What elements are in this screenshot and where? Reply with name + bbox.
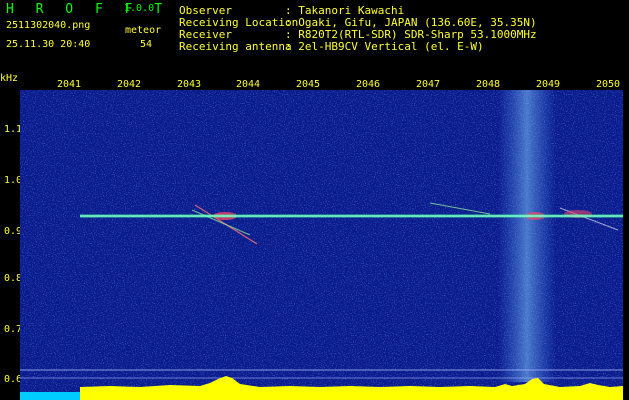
meteor-count: 54 xyxy=(140,39,153,50)
observer-label: Observer xyxy=(179,4,232,17)
time-tick: 2049 xyxy=(536,79,561,90)
time-tick: 2043 xyxy=(177,79,202,90)
receiver-value: : R820T2(RTL-SDR) SDR-Sharp 53.1000MHz xyxy=(285,28,537,41)
antenna-label: Receiving antenna xyxy=(179,40,292,53)
time-tick: 2042 xyxy=(117,79,142,90)
meteor-label: meteor xyxy=(125,25,162,36)
time-tick: 2044 xyxy=(236,79,261,90)
header-panel: H R O F F T 1.0.0 2511302040.png meteor … xyxy=(0,0,629,74)
spectrogram-plot xyxy=(20,90,623,400)
time-tick: 2046 xyxy=(356,79,381,90)
time-tick: 2047 xyxy=(416,79,441,90)
location-label: Receiving Location xyxy=(179,16,299,29)
time-tick: 2041 xyxy=(57,79,82,90)
receiver-label: Receiver xyxy=(179,28,232,41)
time-tick: 2048 xyxy=(476,79,501,90)
antenna-value: : 2el-HB9CV Vertical (el. E-W) xyxy=(285,40,484,53)
time-tick: 2050 xyxy=(596,79,621,90)
level-bar-low xyxy=(20,392,80,400)
observer-value: : Takanori Kawachi xyxy=(285,4,405,17)
timestamp: 25.11.30 20:40 xyxy=(6,39,91,50)
frequency-unit-label: kHz xyxy=(0,73,19,84)
location-value: : Ogaki, Gifu, JAPAN (136.60E, 35.35N) xyxy=(285,16,537,29)
file-name: 2511302040.png xyxy=(6,20,91,31)
app-version: 1.0.0 xyxy=(124,3,155,14)
noise-band xyxy=(498,90,556,382)
time-tick: 2045 xyxy=(296,79,321,90)
